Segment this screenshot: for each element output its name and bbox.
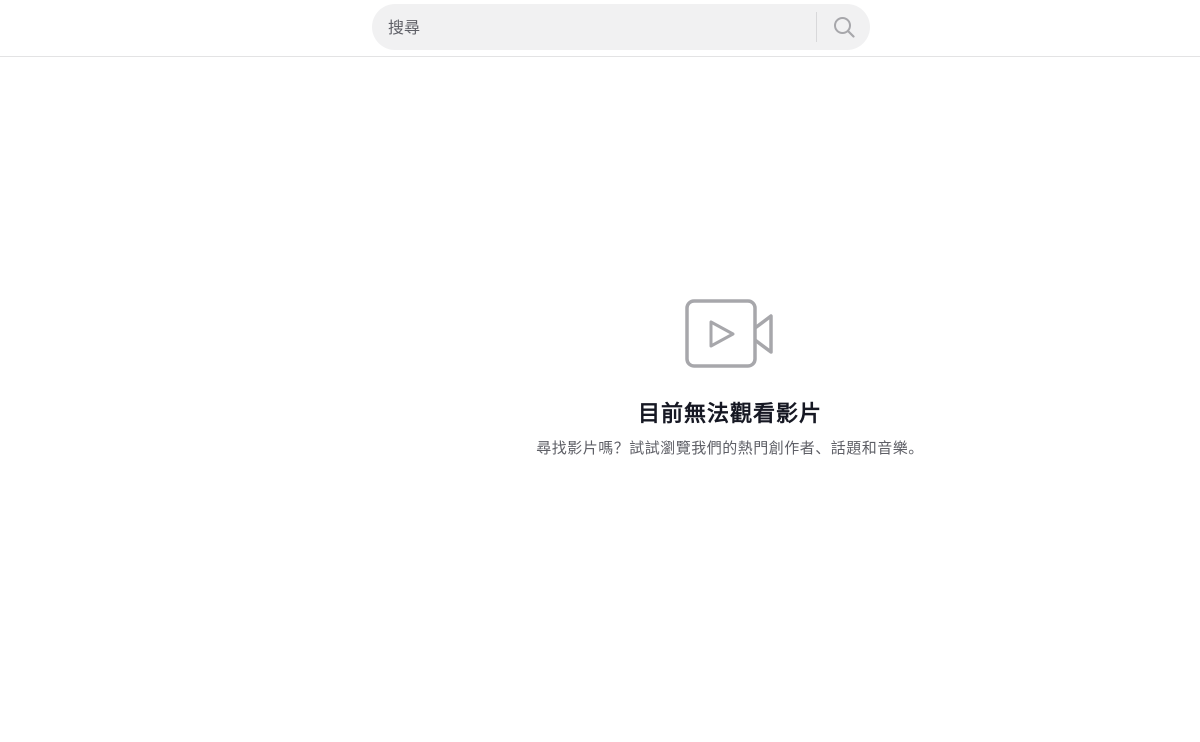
search-button[interactable] (818, 4, 870, 50)
search-icon (834, 17, 855, 38)
empty-state: 目前無法觀看影片 尋找影片嗎？試試瀏覽我們的熱門創作者、話題和音樂。 (430, 296, 1030, 458)
top-header (0, 0, 1200, 57)
search-input[interactable] (388, 4, 808, 50)
search-divider (816, 12, 817, 42)
empty-state-title: 目前無法觀看影片 (637, 402, 822, 427)
empty-state-subtitle: 尋找影片嗎？試試瀏覽我們的熱門創作者、話題和音樂。 (536, 439, 924, 457)
video-camera-icon (685, 299, 773, 368)
search-bar (372, 4, 870, 50)
